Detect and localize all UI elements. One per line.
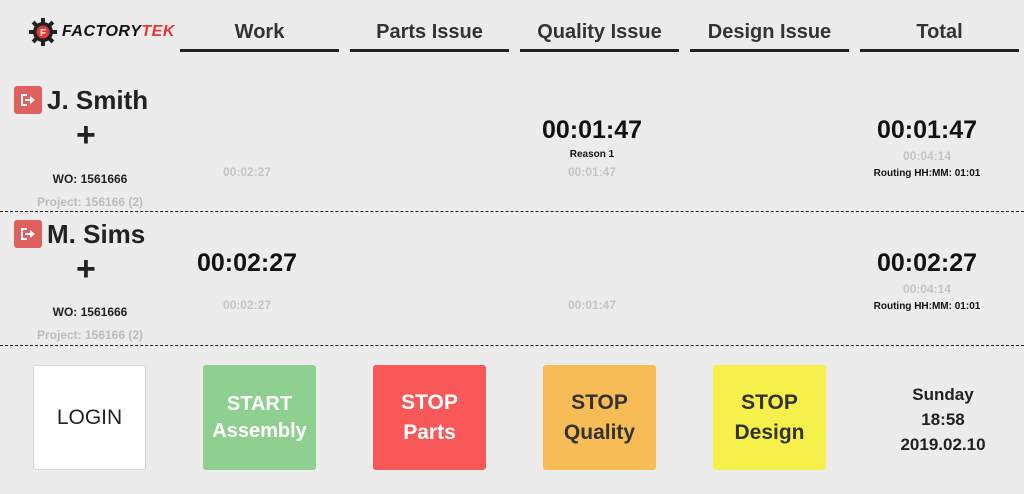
total-sum-time: 00:04:14 [902, 149, 952, 163]
logout-icon [21, 228, 35, 240]
time-label: 18:58 [921, 410, 965, 429]
stop-label: STOP [571, 390, 628, 414]
total-sum-time: 00:04:14 [902, 282, 952, 296]
project-label: Project: 156166 (2) [36, 195, 144, 209]
logo-text: FACTORYTEK [62, 23, 175, 40]
employee-row-1: J. Smith + WO: 1561666 Project: 156166 (… [0, 78, 1024, 212]
quality-total-time: 00:01:47 [567, 298, 617, 312]
stop-parts-button[interactable]: STOP Parts [373, 365, 486, 470]
stop-label: STOP [401, 390, 458, 414]
assembly-label: Assembly [212, 419, 307, 442]
total-active-timer: 00:02:27 [876, 249, 978, 277]
design-label: Design [734, 420, 805, 444]
routing-label: Routing HH:MM: 01:01 [873, 301, 981, 312]
logout-icon [21, 94, 35, 106]
svg-text:F: F [40, 28, 46, 39]
factorytek-logo: F FACTORYTEK [28, 14, 175, 50]
column-header-work: Work [180, 18, 339, 52]
login-button[interactable]: LOGIN [33, 365, 146, 470]
total-active-timer: 00:01:47 [876, 116, 978, 144]
column-header-design-issue: Design Issue [690, 18, 849, 52]
quality-label: Quality [563, 420, 636, 444]
work-total-time: 00:02:27 [222, 298, 272, 312]
column-header-quality-issue: Quality Issue [520, 18, 679, 52]
column-header-parts-issue: Parts Issue [350, 18, 509, 52]
stop-label: STOP [741, 390, 798, 414]
date-label: 2019.02.10 [900, 435, 986, 454]
work-order: WO: 1561666 [52, 305, 128, 319]
day-label: Sunday [912, 385, 974, 404]
employee-row-2: M. Sims + WO: 1561666 Project: 156166 (2… [0, 212, 1024, 346]
add-task-button[interactable]: + [76, 252, 96, 286]
routing-label: Routing HH:MM: 01:01 [873, 168, 981, 179]
logout-button[interactable] [14, 220, 42, 248]
gear-logo-icon: F [29, 18, 57, 46]
parts-label: Parts [403, 420, 456, 444]
header: F FACTORYTEK Work Parts Issue Quality Is… [0, 0, 1024, 60]
logout-button[interactable] [14, 86, 42, 114]
date-time-display: Sunday 18:58 2019.02.10 [870, 382, 1016, 457]
quality-active-timer: 00:01:47 [541, 116, 643, 144]
quality-total-time: 00:01:47 [567, 165, 617, 179]
start-label: START [226, 392, 293, 415]
stop-design-button[interactable]: STOP Design [713, 365, 826, 470]
quality-reason: Reason 1 [569, 149, 615, 160]
work-order: WO: 1561666 [52, 172, 128, 186]
add-task-button[interactable]: + [76, 118, 96, 152]
project-label: Project: 156166 (2) [36, 328, 144, 342]
login-label: LOGIN [56, 405, 123, 429]
stop-quality-button[interactable]: STOP Quality [543, 365, 656, 470]
column-header-total: Total [860, 18, 1019, 52]
employee-name: M. Sims [47, 219, 146, 249]
start-assembly-button[interactable]: START Assembly [203, 365, 316, 470]
work-active-timer: 00:02:27 [196, 249, 298, 277]
employee-name: J. Smith [47, 85, 149, 115]
work-total-time: 00:02:27 [222, 165, 272, 179]
